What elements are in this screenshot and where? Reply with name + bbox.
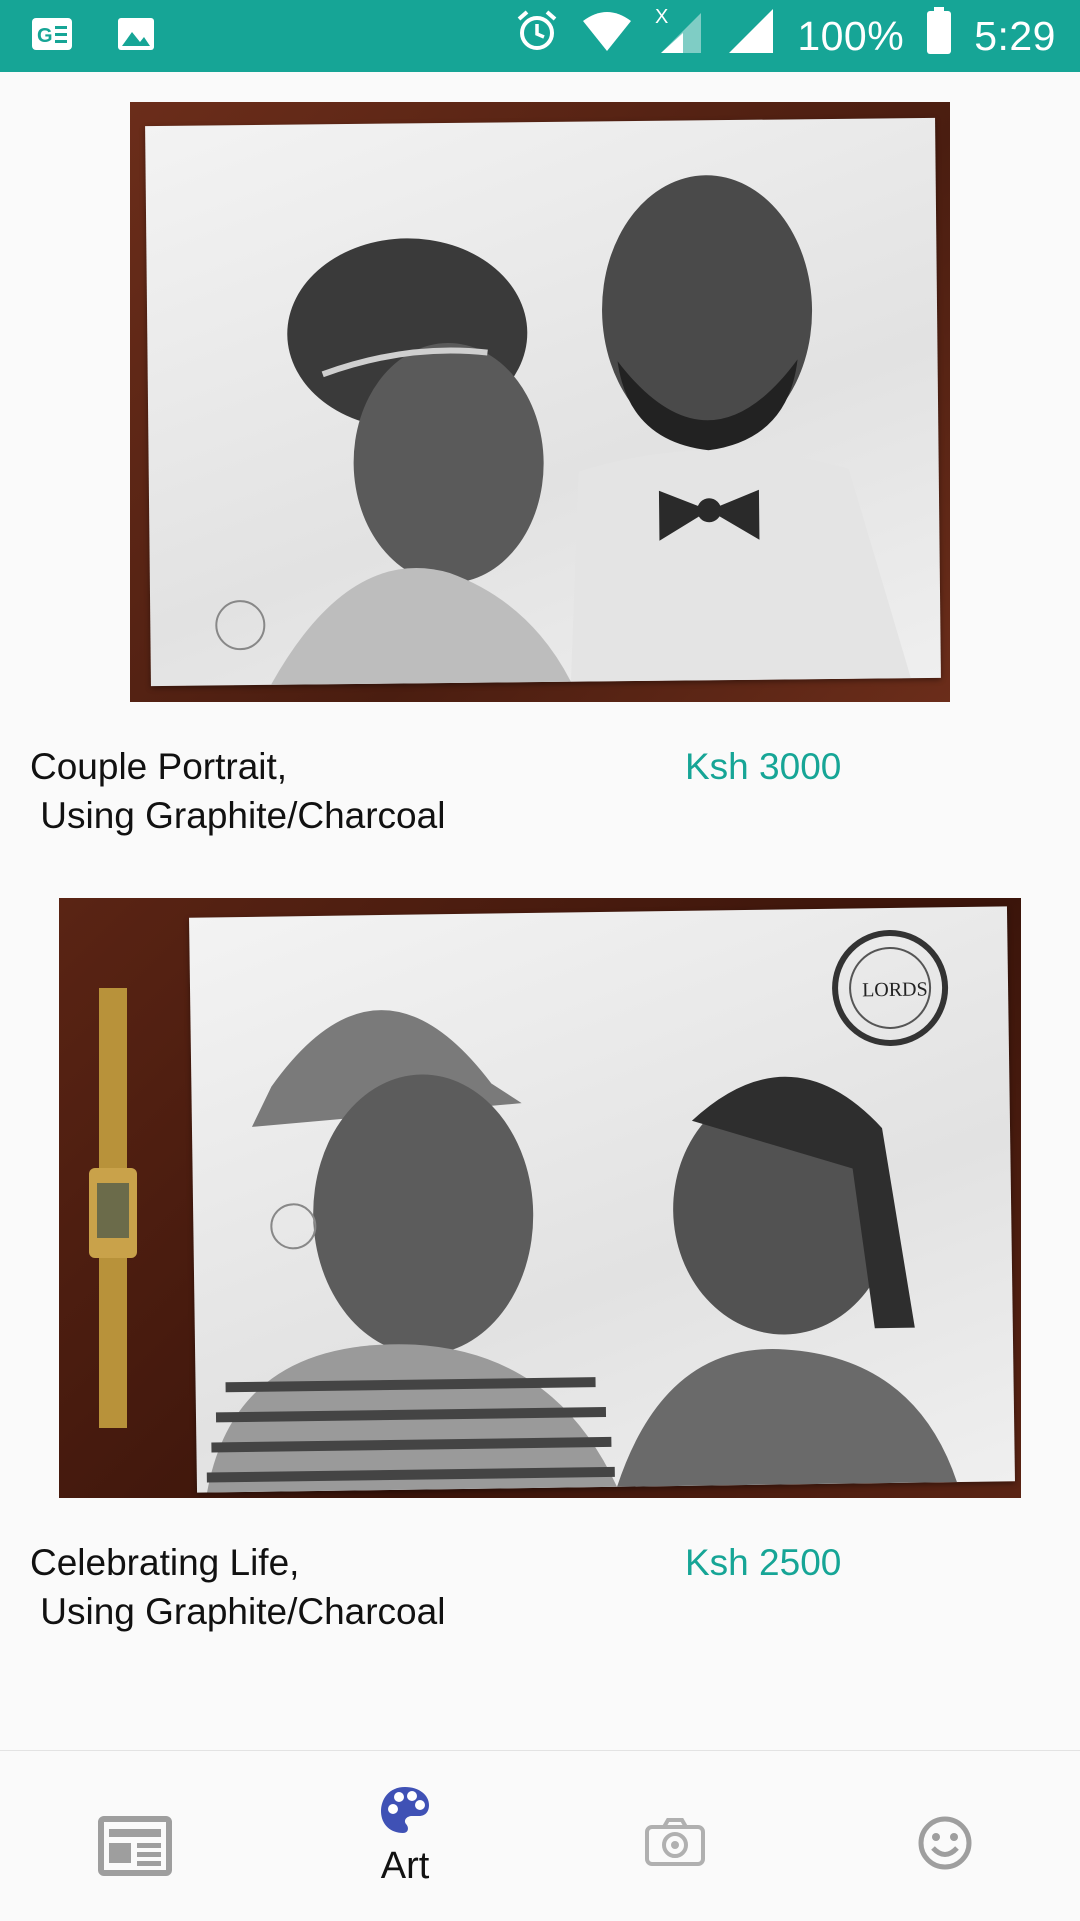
nav-item-profile[interactable]	[810, 1751, 1080, 1921]
wristwatch	[89, 988, 137, 1428]
no-data-signal-icon: X	[655, 6, 705, 65]
artwork-image[interactable]: LORDS	[59, 898, 1021, 1498]
nav-item-camera[interactable]	[540, 1751, 810, 1921]
battery-percentage: 100%	[797, 12, 905, 59]
gallery-icon	[116, 14, 156, 59]
clock: 5:29	[974, 12, 1056, 59]
alarm-icon	[515, 9, 559, 63]
artwork-image[interactable]	[130, 102, 950, 702]
camera-icon	[644, 1817, 706, 1872]
battery-icon	[926, 7, 952, 65]
wifi-icon	[581, 9, 633, 63]
status-bar: G X 100% 5:29	[0, 0, 1080, 72]
nav-item-news[interactable]	[0, 1751, 270, 1921]
art-list[interactable]: Couple Portrait, Using Graphite/Charcoal…	[0, 72, 1080, 1752]
artwork-title: Celebrating Life, Using Graphite/Charcoa…	[30, 1542, 446, 1632]
artwork-price: Ksh 3000	[685, 746, 842, 787]
svg-text:X: X	[655, 7, 668, 28]
nav-item-art[interactable]: Art	[270, 1751, 540, 1921]
signal-icon	[727, 7, 775, 65]
smiley-icon	[917, 1815, 973, 1876]
palette-icon	[379, 1785, 431, 1840]
artwork-title: Couple Portrait, Using Graphite/Charcoal	[30, 746, 446, 836]
news-app-icon: G	[30, 14, 74, 59]
artwork-price: Ksh 2500	[685, 1542, 842, 1583]
nav-item-label: Art	[380, 1845, 430, 1887]
svg-text:G: G	[37, 25, 53, 47]
bottom-navigation: Art	[0, 1750, 1080, 1921]
newspaper-icon	[97, 1815, 173, 1882]
svg-text:LORDS: LORDS	[862, 978, 928, 1001]
